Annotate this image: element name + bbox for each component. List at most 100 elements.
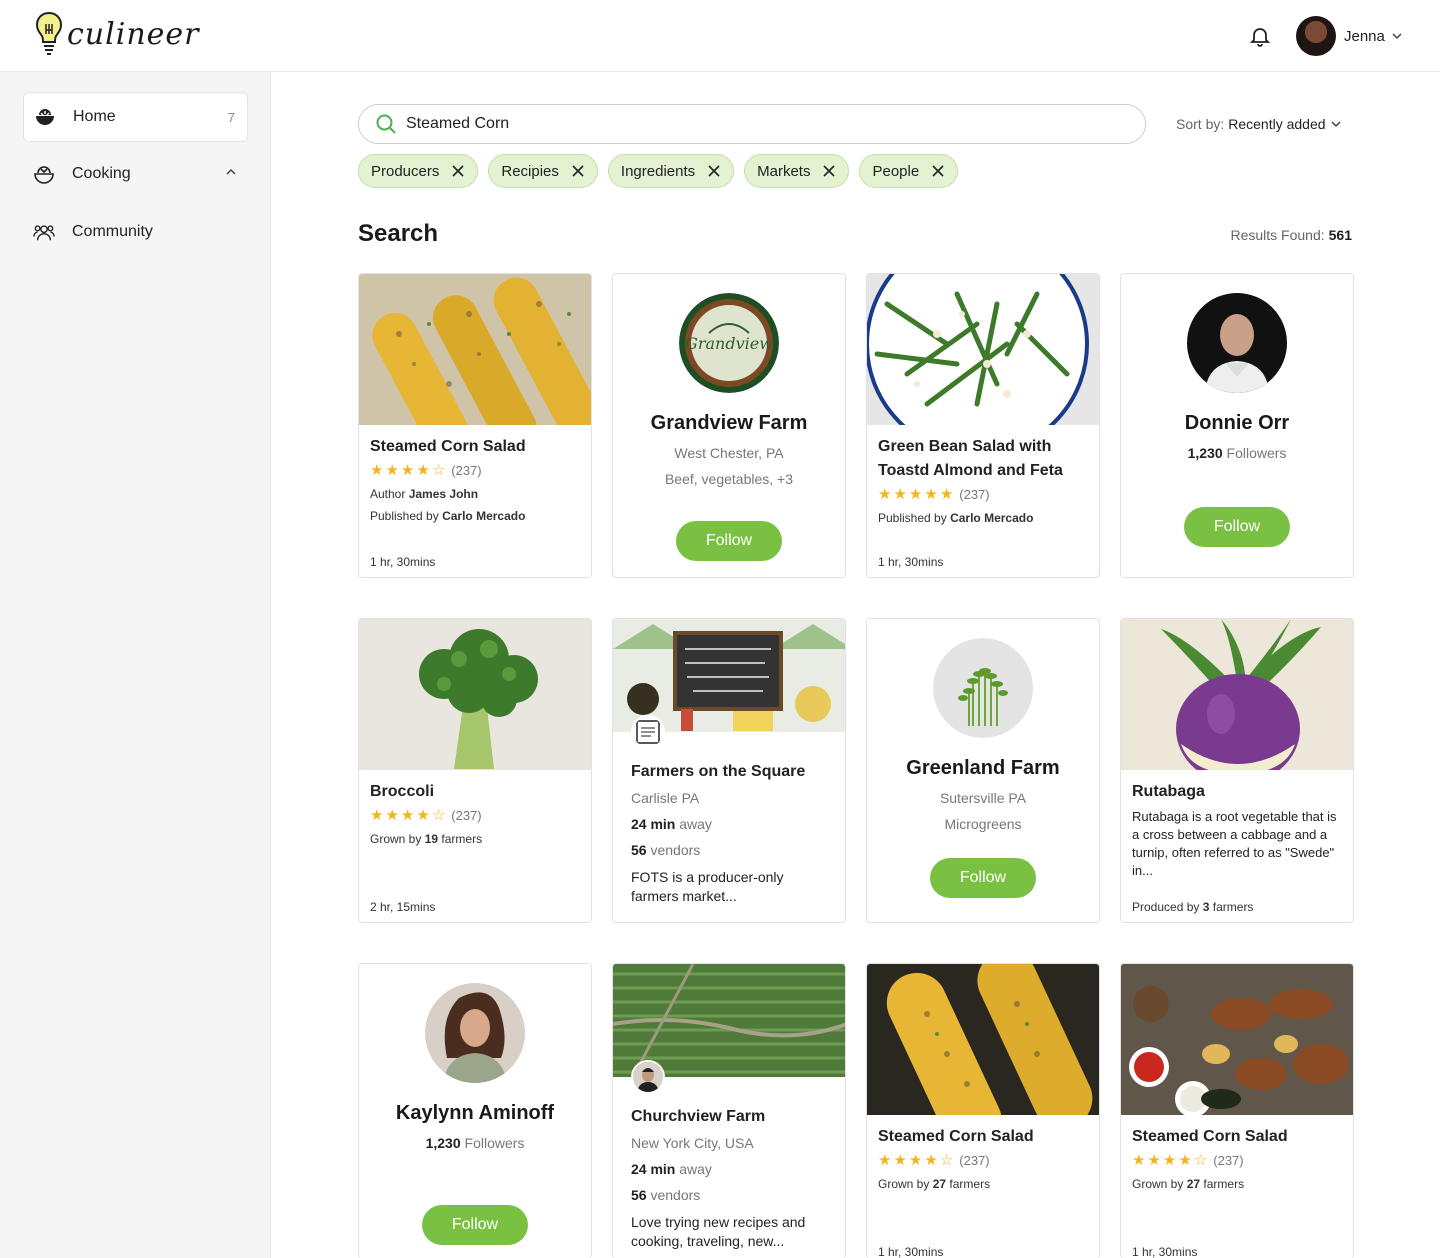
bowl-icon bbox=[34, 106, 56, 128]
produced-label: Produced by bbox=[1132, 900, 1200, 914]
close-icon[interactable] bbox=[931, 164, 945, 178]
publisher-name[interactable]: Carlo Mercado bbox=[950, 511, 1033, 525]
produced-by-line: Produced by 3 farmers bbox=[1132, 900, 1253, 914]
vendors-label: vendors bbox=[650, 1187, 701, 1203]
sidebar-item-community[interactable]: Community bbox=[23, 207, 248, 257]
recipe-card[interactable]: Green Bean Salad with Toastd Almond and … bbox=[866, 273, 1100, 578]
publisher-line: Published by Carlo Mercado bbox=[370, 509, 580, 523]
results-found-value: 561 bbox=[1328, 227, 1352, 243]
grown-suffix: farmers bbox=[441, 832, 483, 846]
farm-logo bbox=[933, 638, 1033, 738]
market-distance: 24 min away bbox=[631, 816, 827, 832]
rating-count: (237) bbox=[959, 1152, 990, 1168]
recipe-card[interactable]: Steamed Corn Salad ★ ★ ★ ★ ☆ (237) Grown by 2… bbox=[1120, 963, 1354, 1258]
star-outline-icon: ☆ bbox=[431, 807, 446, 824]
producer-card[interactable]: Greenland Farm Sutersville PA Microgreen… bbox=[866, 618, 1100, 923]
rating-count: (237) bbox=[959, 486, 990, 502]
user-menu[interactable]: Jenna bbox=[1296, 16, 1403, 56]
produced-count: 3 bbox=[1202, 900, 1210, 914]
producer-card[interactable]: Grandview Grandview Farm West Chester, P… bbox=[612, 273, 846, 578]
recipe-image bbox=[867, 964, 1099, 1115]
search-bar bbox=[358, 104, 1146, 144]
vendors-count: 56 bbox=[631, 1187, 647, 1203]
rating-count: (237) bbox=[451, 807, 482, 823]
filter-chip-people[interactable]: People bbox=[859, 154, 959, 188]
farm-logo: Grandview bbox=[679, 293, 779, 393]
recipe-image bbox=[1121, 964, 1353, 1115]
filter-chip-markets[interactable]: Markets bbox=[744, 154, 850, 188]
producer-location: Sutersville PA bbox=[939, 790, 1027, 806]
rating-count: (237) bbox=[1213, 1152, 1244, 1168]
bell-icon[interactable] bbox=[1248, 24, 1272, 48]
recipe-image bbox=[359, 274, 591, 425]
recipe-image bbox=[867, 274, 1099, 425]
producer-name: Grandview Farm bbox=[650, 412, 808, 434]
star-icon: ★ bbox=[1147, 1152, 1161, 1169]
ingredient-title: Rutabaga bbox=[1132, 783, 1205, 800]
publisher-line: Published by Carlo Mercado bbox=[878, 511, 1088, 525]
star-icon: ★ bbox=[385, 807, 399, 824]
person-card[interactable]: Kaylynn Aminoff 1,230 Followers Follow bbox=[358, 963, 592, 1258]
recipe-title: Steamed Corn Salad bbox=[1132, 1128, 1288, 1145]
followers-label: Followers bbox=[1226, 445, 1287, 461]
top-bar: culineer Jenna bbox=[0, 0, 1440, 72]
user-name: Jenna bbox=[1344, 27, 1385, 45]
star-icon: ★ bbox=[939, 486, 954, 503]
person-name: Donnie Orr bbox=[1184, 412, 1290, 434]
search-input[interactable] bbox=[406, 115, 1106, 133]
distance-suffix: away bbox=[679, 816, 712, 832]
close-icon[interactable] bbox=[451, 164, 465, 178]
sidebar-item-cooking[interactable]: Cooking bbox=[23, 149, 248, 199]
brand-name: culineer bbox=[67, 16, 200, 52]
salad-bowl-icon bbox=[33, 163, 55, 185]
follow-button[interactable]: Follow bbox=[1184, 507, 1290, 547]
followers-number: 1,230 bbox=[425, 1135, 461, 1151]
rating: ★ ★ ★ ★ ☆ (237) bbox=[370, 806, 580, 824]
producer-card[interactable]: Churchview Farm New York City, USA 24 mi… bbox=[612, 963, 846, 1258]
filter-chip-ingredients[interactable]: Ingredients bbox=[607, 154, 735, 188]
person-avatar bbox=[1187, 293, 1287, 393]
person-avatar bbox=[425, 983, 525, 1083]
farm-avatar bbox=[631, 1060, 665, 1094]
ingredient-image bbox=[1121, 619, 1353, 770]
publisher-label: Published by bbox=[370, 509, 439, 523]
filter-chips: Producers Recipies Ingredients Markets P… bbox=[358, 154, 959, 188]
star-outline-icon: ☆ bbox=[431, 462, 446, 479]
publisher-label: Published by bbox=[878, 511, 947, 525]
farm-logo-text: Grandview bbox=[685, 334, 773, 353]
follow-button[interactable]: Follow bbox=[422, 1205, 528, 1245]
person-card[interactable]: Donnie Orr 1,230 Followers Follow bbox=[1120, 273, 1354, 578]
farm-vendors: 56 vendors bbox=[631, 1187, 827, 1203]
filter-chip-recipies[interactable]: Recipies bbox=[488, 154, 598, 188]
ingredient-card[interactable]: Broccoli ★ ★ ★ ★ ☆ (237) Grown by 19 farmers … bbox=[358, 618, 592, 923]
recipe-card[interactable]: Steamed Corn Salad ★ ★ ★ ★ ☆ (237) Author Jam… bbox=[358, 273, 592, 578]
close-icon[interactable] bbox=[571, 164, 585, 178]
rating: ★ ★ ★ ★ ★ (237) bbox=[878, 485, 1088, 503]
follow-button[interactable]: Follow bbox=[676, 521, 782, 561]
follow-button[interactable]: Follow bbox=[930, 858, 1036, 898]
cook-time: 1 hr, 30mins bbox=[878, 1245, 944, 1258]
chevron-up-icon[interactable] bbox=[224, 165, 238, 179]
market-location: Carlisle PA bbox=[631, 790, 700, 806]
sort-label: Sort by: bbox=[1176, 116, 1225, 132]
market-card[interactable]: Farmers on the Square Carlisle PA 24 min… bbox=[612, 618, 846, 923]
publisher-name[interactable]: Carlo Mercado bbox=[442, 509, 525, 523]
close-icon[interactable] bbox=[822, 164, 836, 178]
farm-description: Love trying new recipes and cooking, tra… bbox=[631, 1214, 806, 1249]
chip-label: Markets bbox=[757, 162, 811, 180]
sort-dropdown[interactable]: Sort by: Recently added bbox=[1176, 116, 1342, 132]
recipe-card[interactable]: Steamed Corn Salad ★ ★ ★ ★ ☆ (237) Grown by 2… bbox=[866, 963, 1100, 1258]
grown-by-line: Grown by 27 farmers bbox=[878, 1177, 1088, 1191]
chip-label: Ingredients bbox=[620, 162, 696, 180]
cook-time: 2 hr, 15mins bbox=[370, 900, 436, 914]
followers-label: Followers bbox=[464, 1135, 525, 1151]
ingredient-card[interactable]: Rutabaga Rutabaga is a root vegetable th… bbox=[1120, 618, 1354, 923]
recipe-title: Steamed Corn Salad bbox=[370, 438, 526, 455]
filter-chip-producers[interactable]: Producers bbox=[358, 154, 479, 188]
grown-by-line: Grown by 27 farmers bbox=[1132, 1177, 1342, 1191]
close-icon[interactable] bbox=[707, 164, 721, 178]
market-vendors: 56 vendors bbox=[631, 842, 827, 858]
sidebar-item-home[interactable]: Home 7 bbox=[23, 92, 248, 142]
logo[interactable]: culineer bbox=[33, 10, 199, 58]
author-name[interactable]: James John bbox=[409, 487, 478, 501]
